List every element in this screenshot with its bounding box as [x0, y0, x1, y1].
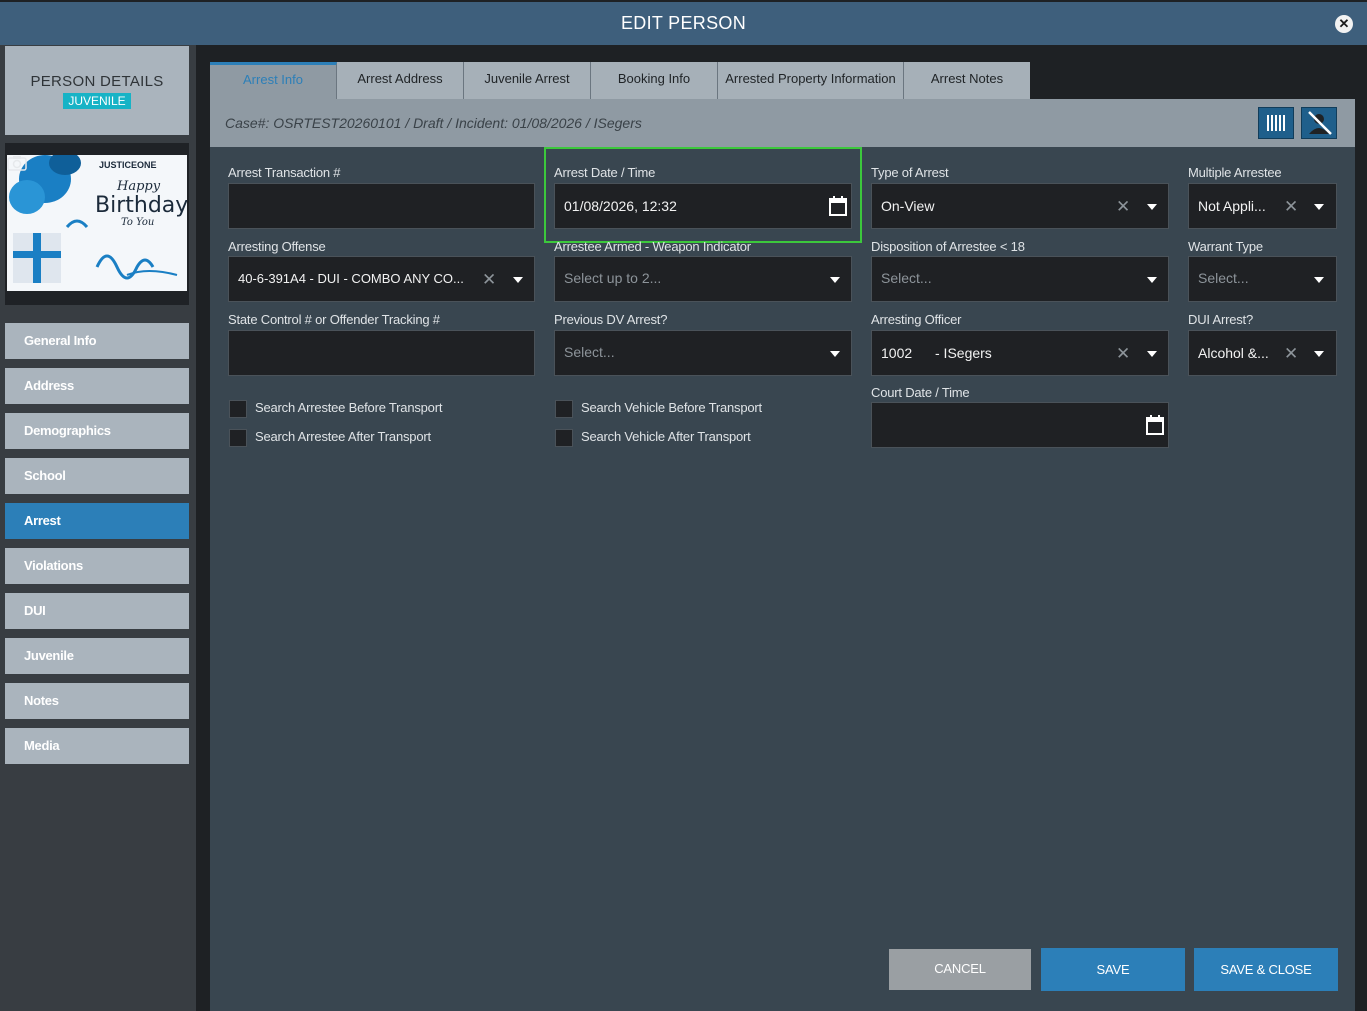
chevron-down-icon[interactable] — [1147, 351, 1157, 357]
tab-arrest-address[interactable]: Arrest Address — [337, 62, 464, 99]
save-button[interactable]: SAVE — [1041, 948, 1185, 991]
tab-juvenile-arrest[interactable]: Juvenile Arrest — [464, 62, 591, 99]
chevron-down-icon[interactable] — [1147, 204, 1157, 210]
tab-arrest-notes[interactable]: Arrest Notes — [904, 62, 1030, 99]
svg-text:Happy: Happy — [116, 179, 161, 194]
barcode-icon[interactable] — [1258, 107, 1294, 139]
clear-icon[interactable]: ✕ — [1284, 344, 1298, 364]
armed-weapon-select[interactable]: Select up to 2... — [554, 256, 852, 302]
search-arrestee-before-checkbox[interactable] — [229, 400, 247, 418]
state-control-label: State Control # or Offender Tracking # — [228, 312, 440, 327]
title-bar: EDIT PERSON ✕ — [0, 2, 1367, 45]
close-icon[interactable]: ✕ — [1335, 15, 1353, 33]
multiple-arrestee-label: Multiple Arrestee — [1188, 165, 1282, 180]
person-photo[interactable]: JUSTICEONE Happy Birthday To You — [5, 143, 189, 305]
arresting-offense-select[interactable]: 40-6-391A4 - DUI - COMBO ANY CO... ✕ — [228, 256, 535, 302]
calendar-icon[interactable] — [1146, 415, 1164, 435]
sidebar-item-arrest[interactable]: Arrest — [5, 503, 189, 539]
warrant-type-label: Warrant Type — [1188, 239, 1263, 254]
sidebar-item-violations[interactable]: Violations — [5, 548, 189, 584]
arrest-transaction-input[interactable] — [228, 183, 535, 229]
chevron-down-icon[interactable] — [1147, 277, 1157, 283]
case-info-bar: Case#: OSRTEST20260101 / Draft / Inciden… — [210, 99, 1355, 147]
search-arrestee-after-checkbox[interactable] — [229, 429, 247, 447]
sidebar-item-school[interactable]: School — [5, 458, 189, 494]
armed-weapon-label: Arrestee Armed - Weapon Indicator — [554, 239, 751, 254]
sidebar-item-media[interactable]: Media — [5, 728, 189, 764]
arrest-transaction-label: Arrest Transaction # — [228, 165, 341, 180]
chevron-down-icon[interactable] — [1314, 277, 1324, 283]
tab-arrested-property[interactable]: Arrested Property Information — [718, 62, 904, 99]
chevron-down-icon[interactable] — [513, 277, 523, 283]
type-of-arrest-label: Type of Arrest — [871, 165, 949, 180]
window-title: EDIT PERSON — [621, 13, 746, 33]
sidebar-item-demographics[interactable]: Demographics — [5, 413, 189, 449]
sidebar-item-dui[interactable]: DUI — [5, 593, 189, 629]
svg-text:To You: To You — [121, 217, 154, 228]
person-details-title: PERSON DETAILS — [30, 73, 164, 90]
arrest-datetime-highlight — [544, 147, 862, 243]
arresting-officer-label: Arresting Officer — [871, 312, 962, 327]
search-vehicle-before-label: Search Vehicle Before Transport — [581, 400, 762, 415]
case-info-text: Case#: OSRTEST20260101 / Draft / Inciden… — [225, 115, 642, 131]
juvenile-badge: JUVENILE — [63, 93, 131, 109]
court-datetime-input[interactable] — [871, 402, 1169, 448]
clear-icon[interactable]: ✕ — [482, 270, 496, 290]
camera-icon[interactable] — [7, 155, 27, 171]
previous-dv-label: Previous DV Arrest? — [554, 312, 668, 327]
chevron-down-icon[interactable] — [1314, 204, 1324, 210]
save-close-button[interactable]: SAVE & CLOSE — [1194, 948, 1338, 991]
disposition-select[interactable]: Select... — [871, 256, 1169, 302]
tab-bar: Arrest Info Arrest Address Juvenile Arre… — [210, 62, 1030, 99]
chevron-down-icon[interactable] — [830, 277, 840, 283]
chevron-down-icon[interactable] — [1314, 351, 1324, 357]
arresting-officer-select[interactable]: 1002 - ISegers ✕ — [871, 330, 1169, 376]
court-datetime-label: Court Date / Time — [871, 385, 970, 400]
chevron-down-icon[interactable] — [830, 351, 840, 357]
state-control-input[interactable] — [228, 330, 535, 376]
sidebar-item-juvenile[interactable]: Juvenile — [5, 638, 189, 674]
sidebar-item-address[interactable]: Address — [5, 368, 189, 404]
cancel-button[interactable]: CANCEL — [889, 949, 1031, 990]
person-details-header: PERSON DETAILS JUVENILE — [5, 46, 189, 135]
clear-icon[interactable]: ✕ — [1116, 344, 1130, 364]
clear-icon[interactable]: ✕ — [1116, 197, 1130, 217]
search-vehicle-before-checkbox[interactable] — [555, 400, 573, 418]
sidebar-item-notes[interactable]: Notes — [5, 683, 189, 719]
sidebar: PERSON DETAILS JUVENILE JUSTICEONE Happy… — [0, 45, 196, 1011]
previous-dv-select[interactable]: Select... — [554, 330, 852, 376]
person-slash-icon[interactable] — [1301, 107, 1337, 139]
tab-booking-info[interactable]: Booking Info — [591, 62, 718, 99]
dui-arrest-select[interactable]: Alcohol &... ✕ — [1188, 330, 1337, 376]
disposition-label: Disposition of Arrestee < 18 — [871, 239, 1025, 254]
svg-text:JUSTICEONE: JUSTICEONE — [99, 160, 157, 170]
birthday-card-image: JUSTICEONE Happy Birthday To You — [7, 155, 187, 291]
warrant-type-select[interactable]: Select... — [1188, 256, 1337, 302]
clear-icon[interactable]: ✕ — [1284, 197, 1298, 217]
type-of-arrest-select[interactable]: On-View ✕ — [871, 183, 1169, 229]
sidebar-item-general-info[interactable]: General Info — [5, 323, 189, 359]
search-vehicle-after-label: Search Vehicle After Transport — [581, 429, 751, 444]
arresting-offense-label: Arresting Offense — [228, 239, 326, 254]
search-arrestee-before-label: Search Arrestee Before Transport — [255, 400, 443, 415]
dui-arrest-label: DUI Arrest? — [1188, 312, 1253, 327]
search-vehicle-after-checkbox[interactable] — [555, 429, 573, 447]
svg-text:Birthday: Birthday — [95, 193, 187, 218]
tab-arrest-info[interactable]: Arrest Info — [210, 62, 337, 99]
search-arrestee-after-label: Search Arrestee After Transport — [255, 429, 431, 444]
multiple-arrestee-select[interactable]: Not Appli... ✕ — [1188, 183, 1337, 229]
